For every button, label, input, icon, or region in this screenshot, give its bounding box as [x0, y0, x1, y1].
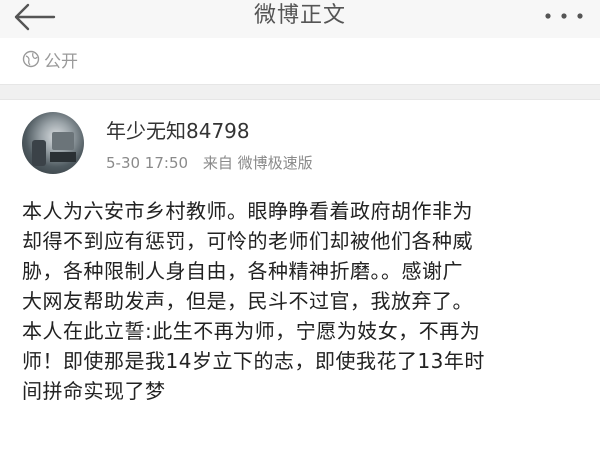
- post-source: 来自 微博极速版: [202, 154, 313, 172]
- visibility-indicator: 公开: [22, 44, 78, 74]
- post-body-line: 本人为六安市乡村教师。眼睁睁看着政府胡作非为: [22, 199, 473, 223]
- post-body-line: 师！即使那是我14岁立下的志，即使我花了13年时: [22, 349, 485, 373]
- post-body-line: 间拼命实现了梦: [22, 379, 166, 403]
- post-meta: 5-30 17:50 来自 微博极速版: [106, 152, 313, 174]
- visibility-label: 公开: [44, 51, 78, 72]
- post-body-line: 大网友帮助发声，但是，民斗不过官，我放弃了。: [22, 289, 473, 313]
- globe-icon: [22, 50, 40, 68]
- avatar[interactable]: [22, 112, 84, 174]
- post-body-line: 却得不到应有惩罚，可怜的老师们却被他们各种威: [22, 229, 473, 253]
- post-time: 5-30 17:50: [106, 154, 189, 172]
- post-body: 本人为六安市乡村教师。眼睁睁看着政府胡作非为 却得不到应有惩罚，可怜的老师们却被…: [22, 196, 592, 406]
- more-dots-icon[interactable]: [542, 6, 586, 26]
- top-nav-bar: 微博正文: [0, 0, 600, 38]
- author-name[interactable]: 年少无知84798: [106, 118, 250, 144]
- section-divider: [0, 84, 600, 100]
- post-body-line: 本人在此立誓:此生不再为师，宁愿为妓女，不再为: [22, 319, 481, 343]
- page-title: 微博正文: [253, 3, 346, 28]
- post-body-line: 胁，各种限制人身自由，各种精神折磨。。感谢广: [22, 259, 463, 283]
